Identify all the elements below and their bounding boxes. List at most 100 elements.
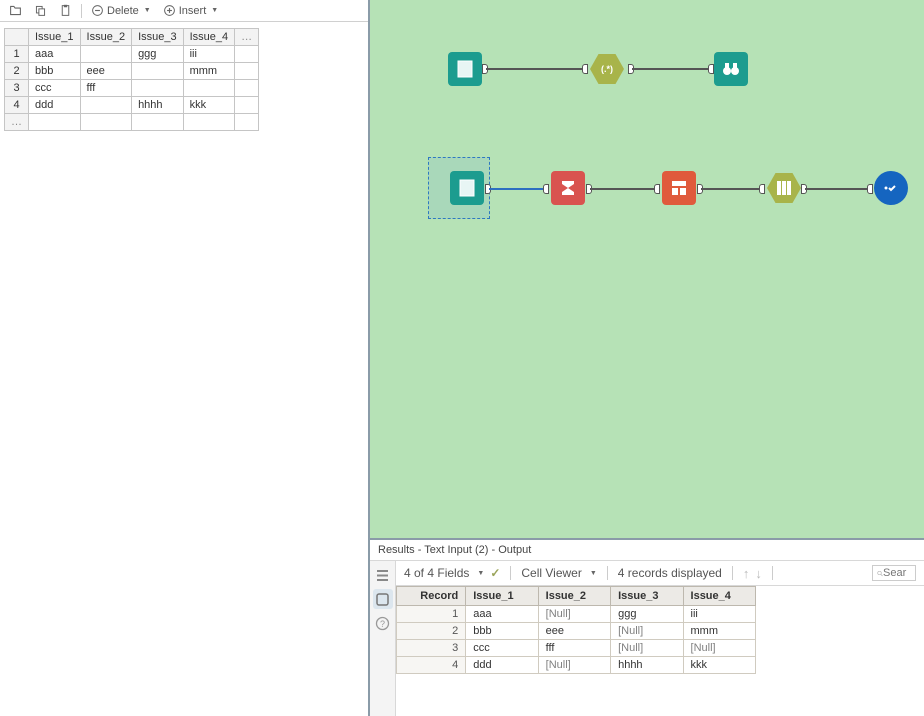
cell[interactable]: eee xyxy=(538,623,610,640)
row-number[interactable]: 2 xyxy=(5,63,29,80)
nav-down-button[interactable]: ↓ xyxy=(755,566,762,581)
cell[interactable] xyxy=(183,114,235,131)
cell[interactable]: [Null] xyxy=(683,640,755,657)
row-number[interactable]: … xyxy=(5,114,29,131)
cell[interactable]: hhhh xyxy=(611,657,683,674)
cell[interactable]: kkk xyxy=(183,97,235,114)
col-header[interactable]: Record xyxy=(397,587,466,606)
col-header[interactable]: Issue_3 xyxy=(611,587,683,606)
cell[interactable] xyxy=(235,114,259,131)
search-input[interactable] xyxy=(883,567,911,579)
cell[interactable]: [Null] xyxy=(611,640,683,657)
delete-button[interactable]: Delete ▼ xyxy=(86,3,156,18)
table-row[interactable]: 3cccfff xyxy=(5,80,259,97)
workflow-canvas[interactable]: (.*) xyxy=(370,0,924,538)
col-header[interactable]: Issue_4 xyxy=(183,29,235,46)
cell[interactable]: bbb xyxy=(29,63,81,80)
cell[interactable]: iii xyxy=(183,46,235,63)
summarize-tool[interactable] xyxy=(551,171,585,205)
table-row[interactable]: 4ddd[Null]hhhhkkk xyxy=(397,657,756,674)
insert-button[interactable]: Insert ▼ xyxy=(158,3,223,18)
connection-wire[interactable] xyxy=(805,188,867,190)
table-row[interactable]: 1aaa[Null]gggiii xyxy=(397,606,756,623)
node-input-anchor[interactable] xyxy=(543,184,549,194)
table-row[interactable]: 3cccfff[Null][Null] xyxy=(397,640,756,657)
corner-cell[interactable] xyxy=(5,29,29,46)
node-input-anchor[interactable] xyxy=(759,184,765,194)
connection-wire[interactable] xyxy=(632,68,708,70)
select-tool[interactable] xyxy=(767,173,801,203)
regex-tool[interactable]: (.*) xyxy=(590,54,624,84)
browse-tool[interactable] xyxy=(874,171,908,205)
more-cols[interactable]: … xyxy=(235,29,259,46)
row-number[interactable]: 4 xyxy=(5,97,29,114)
cell[interactable]: aaa xyxy=(29,46,81,63)
input-table[interactable]: Issue_1 Issue_2 Issue_3 Issue_4 … 1aaagg… xyxy=(4,28,259,131)
cell[interactable]: ggg xyxy=(132,46,184,63)
cell[interactable]: ddd xyxy=(29,97,81,114)
col-header[interactable]: Issue_2 xyxy=(80,29,132,46)
cell[interactable]: [Null] xyxy=(538,606,610,623)
cell[interactable] xyxy=(132,114,184,131)
cell[interactable] xyxy=(183,80,235,97)
col-header[interactable]: Issue_4 xyxy=(683,587,755,606)
connection-wire[interactable] xyxy=(590,188,654,190)
cell[interactable] xyxy=(80,46,132,63)
help-button[interactable]: ? xyxy=(373,613,393,633)
results-grid[interactable]: Record Issue_1 Issue_2 Issue_3 Issue_4 1… xyxy=(396,586,924,716)
cell[interactable]: kkk xyxy=(683,657,755,674)
node-input-anchor[interactable] xyxy=(654,184,660,194)
col-header[interactable]: Issue_1 xyxy=(29,29,81,46)
table-row[interactable]: … xyxy=(5,114,259,131)
cell[interactable]: bbb xyxy=(466,623,538,640)
sheet-view-button[interactable] xyxy=(373,589,393,609)
cell[interactable]: mmm xyxy=(183,63,235,80)
cell[interactable]: fff xyxy=(538,640,610,657)
connection-wire[interactable] xyxy=(486,68,582,70)
cell[interactable]: ddd xyxy=(466,657,538,674)
row-number[interactable]: 1 xyxy=(397,606,466,623)
cell[interactable] xyxy=(80,114,132,131)
cell[interactable]: [Null] xyxy=(611,623,683,640)
cell[interactable] xyxy=(132,80,184,97)
cell[interactable]: mmm xyxy=(683,623,755,640)
node-input-anchor[interactable] xyxy=(582,64,588,74)
check-icon[interactable]: ✓ xyxy=(490,566,500,580)
cell[interactable]: fff xyxy=(80,80,132,97)
crosstab-tool[interactable] xyxy=(662,171,696,205)
row-number[interactable]: 2 xyxy=(397,623,466,640)
find-replace-tool[interactable] xyxy=(714,52,748,86)
cell[interactable]: eee xyxy=(80,63,132,80)
cell-viewer-label[interactable]: Cell Viewer xyxy=(521,566,581,580)
grid-view-button[interactable] xyxy=(373,565,393,585)
connection-wire[interactable] xyxy=(489,188,543,190)
cell[interactable]: ccc xyxy=(29,80,81,97)
table-row[interactable]: 2bbbeee[Null]mmm xyxy=(397,623,756,640)
cell[interactable]: aaa xyxy=(466,606,538,623)
col-header[interactable]: Issue_2 xyxy=(538,587,610,606)
chevron-down-icon[interactable]: ▼ xyxy=(590,570,597,577)
cell[interactable] xyxy=(132,63,184,80)
row-number[interactable]: 3 xyxy=(397,640,466,657)
col-header[interactable]: Issue_1 xyxy=(466,587,538,606)
cell[interactable]: [Null] xyxy=(538,657,610,674)
cell[interactable] xyxy=(80,97,132,114)
cell[interactable]: ccc xyxy=(466,640,538,657)
connection-wire[interactable] xyxy=(701,188,759,190)
cell[interactable] xyxy=(235,80,259,97)
col-header[interactable]: Issue_3 xyxy=(132,29,184,46)
row-number[interactable]: 3 xyxy=(5,80,29,97)
table-row[interactable]: 2bbbeee mmm xyxy=(5,63,259,80)
table-row[interactable]: 1aaagggiii xyxy=(5,46,259,63)
cell[interactable] xyxy=(235,46,259,63)
table-row[interactable]: 4dddhhhhkkk xyxy=(5,97,259,114)
cell[interactable]: iii xyxy=(683,606,755,623)
cell[interactable] xyxy=(235,63,259,80)
cell[interactable]: ggg xyxy=(611,606,683,623)
cell[interactable] xyxy=(29,114,81,131)
input-sheet[interactable]: Issue_1 Issue_2 Issue_3 Issue_4 … 1aaagg… xyxy=(0,22,368,137)
cell[interactable] xyxy=(235,97,259,114)
copy-button[interactable] xyxy=(29,3,52,18)
chevron-down-icon[interactable]: ▼ xyxy=(477,570,484,577)
new-file-button[interactable] xyxy=(4,3,27,18)
